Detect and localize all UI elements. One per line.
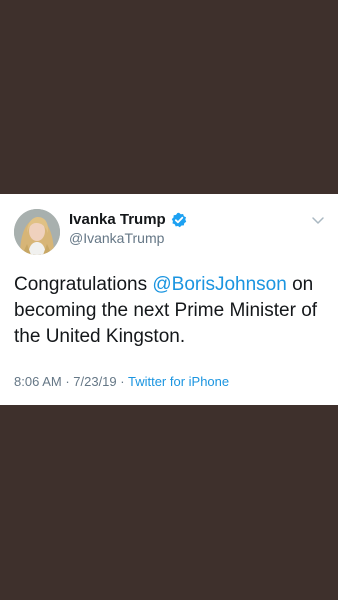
meta-separator: · bbox=[61, 374, 74, 389]
tweet-text: Congratulations @BorisJohnson on becomin… bbox=[14, 272, 326, 350]
display-name[interactable]: Ivanka Trump bbox=[69, 211, 166, 229]
avatar[interactable] bbox=[14, 209, 60, 255]
tweet-text-start: Congratulations bbox=[14, 274, 153, 295]
tweet-time: 8:06 AM bbox=[14, 374, 62, 389]
tweet-date: 7/23/19 bbox=[73, 374, 117, 389]
author-name-row[interactable]: Ivanka Trump bbox=[69, 211, 187, 229]
meta-separator: · bbox=[116, 374, 128, 389]
profile-photo bbox=[14, 209, 60, 255]
handle[interactable]: @IvankaTrump bbox=[69, 229, 164, 247]
mention-link[interactable]: @BorisJohnson bbox=[152, 274, 286, 295]
chevron-down-icon[interactable] bbox=[311, 213, 325, 227]
tweet-card[interactable]: Ivanka Trump @IvankaTrump Congratulation… bbox=[0, 194, 338, 405]
tweet-source-link[interactable]: Twitter for iPhone bbox=[128, 374, 229, 389]
verified-badge-icon bbox=[171, 212, 187, 228]
tweet-meta: 8:06 AM · 7/23/19 · Twitter for iPhone bbox=[14, 374, 229, 390]
